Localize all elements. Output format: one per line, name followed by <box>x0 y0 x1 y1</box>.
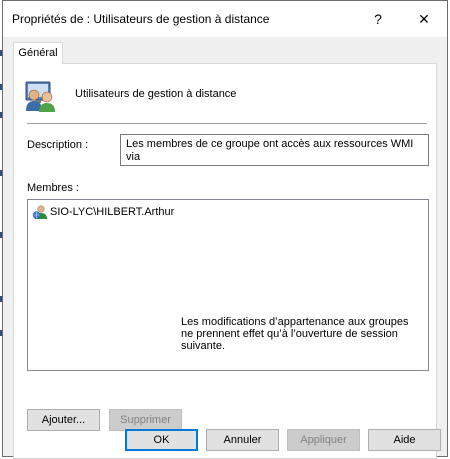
window-title: Propriétés de : Utilisateurs de gestion … <box>12 12 270 26</box>
description-field[interactable]: Les membres de ce groupe ont accès aux r… <box>120 134 429 166</box>
members-label: Membres : <box>27 182 79 194</box>
title-bar[interactable]: Propriétés de : Utilisateurs de gestion … <box>3 1 447 37</box>
help-label: Aide <box>393 434 416 446</box>
description-label: Description : <box>27 139 89 151</box>
remove-member-button[interactable]: Supprimer <box>109 409 182 431</box>
help-icon: ? <box>374 11 382 27</box>
close-button[interactable]: ✕ <box>401 1 447 37</box>
general-tab-panel: Utilisateurs de gestion à distance Descr… <box>13 63 437 459</box>
user-domain-icon <box>32 205 47 219</box>
add-member-button[interactable]: Ajouter... <box>27 409 100 431</box>
close-icon: ✕ <box>418 10 430 27</box>
ok-button[interactable]: OK <box>125 429 198 451</box>
cancel-button[interactable]: Annuler <box>206 429 279 451</box>
add-member-label: Ajouter... <box>41 414 86 426</box>
ok-label: OK <box>153 434 170 446</box>
member-name: SIO-LYC\HILBERT.Arthur <box>50 206 175 218</box>
user-group-icon <box>25 81 55 112</box>
apply-button[interactable]: Appliquer <box>287 429 360 451</box>
separator <box>27 123 427 124</box>
group-name: Utilisateurs de gestion à distance <box>75 88 237 100</box>
help-dialog-button[interactable]: Aide <box>368 429 441 451</box>
apply-label: Appliquer <box>300 434 347 446</box>
tab-control: Général Utilisateurs de gestion à distan… <box>13 41 437 459</box>
properties-dialog: Propriétés de : Utilisateurs de gestion … <box>2 0 448 459</box>
tab-general[interactable]: Général <box>13 42 63 64</box>
list-item[interactable]: SIO-LYC\HILBERT.Arthur <box>32 204 174 220</box>
remove-member-label: Supprimer <box>120 414 171 426</box>
membership-note: Les modifications d’appartenance aux gro… <box>181 316 409 352</box>
help-button[interactable]: ? <box>355 1 401 37</box>
cancel-label: Annuler <box>223 434 262 446</box>
